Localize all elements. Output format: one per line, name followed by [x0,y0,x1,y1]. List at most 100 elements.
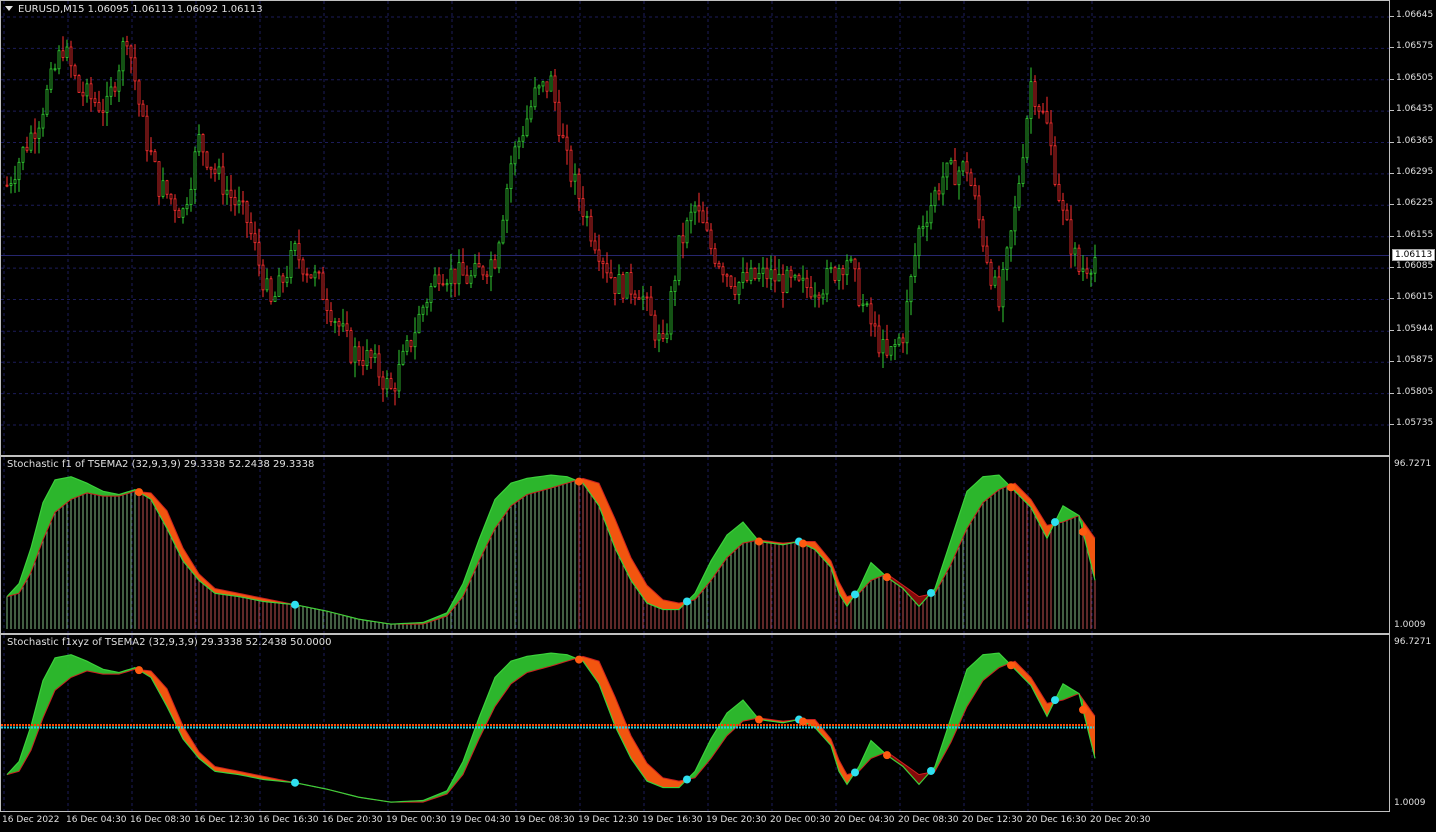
candle [49,61,53,93]
candle [1037,104,1041,119]
candle-body [917,227,921,257]
candle-body [1085,268,1089,274]
candle-body [873,323,877,327]
candle-body [189,188,193,206]
candle-body [921,226,925,229]
candle-body [73,65,77,77]
candle [533,77,537,110]
candle-body [109,86,113,97]
candle [989,258,993,290]
candle [889,346,893,361]
candle-body [997,276,1001,308]
candle [457,249,461,296]
candle-body [869,303,873,325]
candle-body [477,263,481,268]
candle [809,276,813,300]
candle-body [201,134,205,153]
candle-body [989,261,993,286]
candle-body [813,294,817,298]
indicator1-svg[interactable] [1,457,1390,634]
candle-body [61,50,65,58]
candle-body [405,340,409,352]
candle-body [197,134,201,153]
price-axis-tick [1390,204,1394,206]
candle [689,203,693,234]
price-axis-label: 1.06225 [1396,198,1434,209]
candle [305,267,309,283]
candle-body [221,166,225,195]
candle-body [1077,247,1081,272]
candle-body [753,267,757,280]
candle-body [673,280,677,292]
candle-body [785,269,789,293]
candle [1041,103,1045,115]
candle-body [597,249,601,262]
candle-body [797,274,801,281]
candle-body [321,272,325,301]
price-axis-tick [1390,235,1394,237]
candle [1045,96,1049,125]
price-axis-label: 1.05805 [1396,386,1434,397]
indicator1-pane[interactable]: Stochastic f1 of TSEMA2 (32,9,3,9) 29.33… [0,456,1390,634]
candle-body [697,205,701,212]
price-axis-tick [1390,361,1394,363]
candle [229,175,233,212]
candle [917,225,921,269]
candle [453,268,457,297]
candle [97,90,101,113]
candle-body [705,222,709,231]
indicator2-svg[interactable] [1,635,1390,812]
osc-bull-cloud [855,740,887,773]
candle-body [969,172,973,186]
candle-body [665,333,669,339]
candle [9,176,13,194]
candle-body [9,183,13,186]
candle [265,268,269,293]
time-axis-label: 20 Dec 16:30 [1026,815,1087,825]
candle-body [317,271,321,274]
candle [1065,203,1069,221]
candle-body [941,176,945,195]
price-chart-svg[interactable] [1,1,1390,456]
indicator2-pane[interactable]: Stochastic f1xyz of TSEMA2 (32,9,3,9) 29… [0,634,1390,812]
candle [369,348,373,369]
candle [697,192,701,223]
candle-body [741,271,745,283]
candle-body [1053,145,1057,185]
candle [269,276,273,305]
price-chart-pane[interactable]: EURUSD,M15 1.06095 1.06113 1.06092 1.061… [0,0,1390,456]
candle [617,264,621,295]
candle [865,301,869,307]
candle-body [657,333,661,341]
time-axis-label: 19 Dec 16:30 [642,815,703,825]
osc-bull-cloud [931,653,1011,773]
dropdown-triangle-icon[interactable] [5,6,13,11]
indicator2-title: Stochastic f1xyz of TSEMA2 (32,9,3,9) 29… [7,637,332,648]
candle [637,289,641,300]
candle-body [717,262,721,268]
candle-body [137,80,141,105]
candle [953,147,957,186]
price-axis-tick [1390,78,1394,80]
price-axis-label: 1.05875 [1396,355,1434,366]
candle-body [209,166,213,170]
candle-body [225,189,229,195]
candle-body [541,81,545,87]
candle [805,269,809,299]
candle [673,275,677,306]
candle-body [305,273,309,276]
candle-body [801,277,805,281]
osc-cross-down-dot [575,477,583,486]
osc-cross-up-dot [1051,518,1059,527]
time-axis-label: 20 Dec 08:30 [898,815,959,825]
candle [757,263,761,282]
candle [105,81,109,127]
candle-body [793,274,797,278]
candle-body [365,349,369,366]
candle [45,84,49,117]
candle-body [537,85,541,89]
candle-body [725,274,729,277]
candle-body [765,267,769,280]
candle-body [261,264,265,291]
candle [85,78,89,103]
